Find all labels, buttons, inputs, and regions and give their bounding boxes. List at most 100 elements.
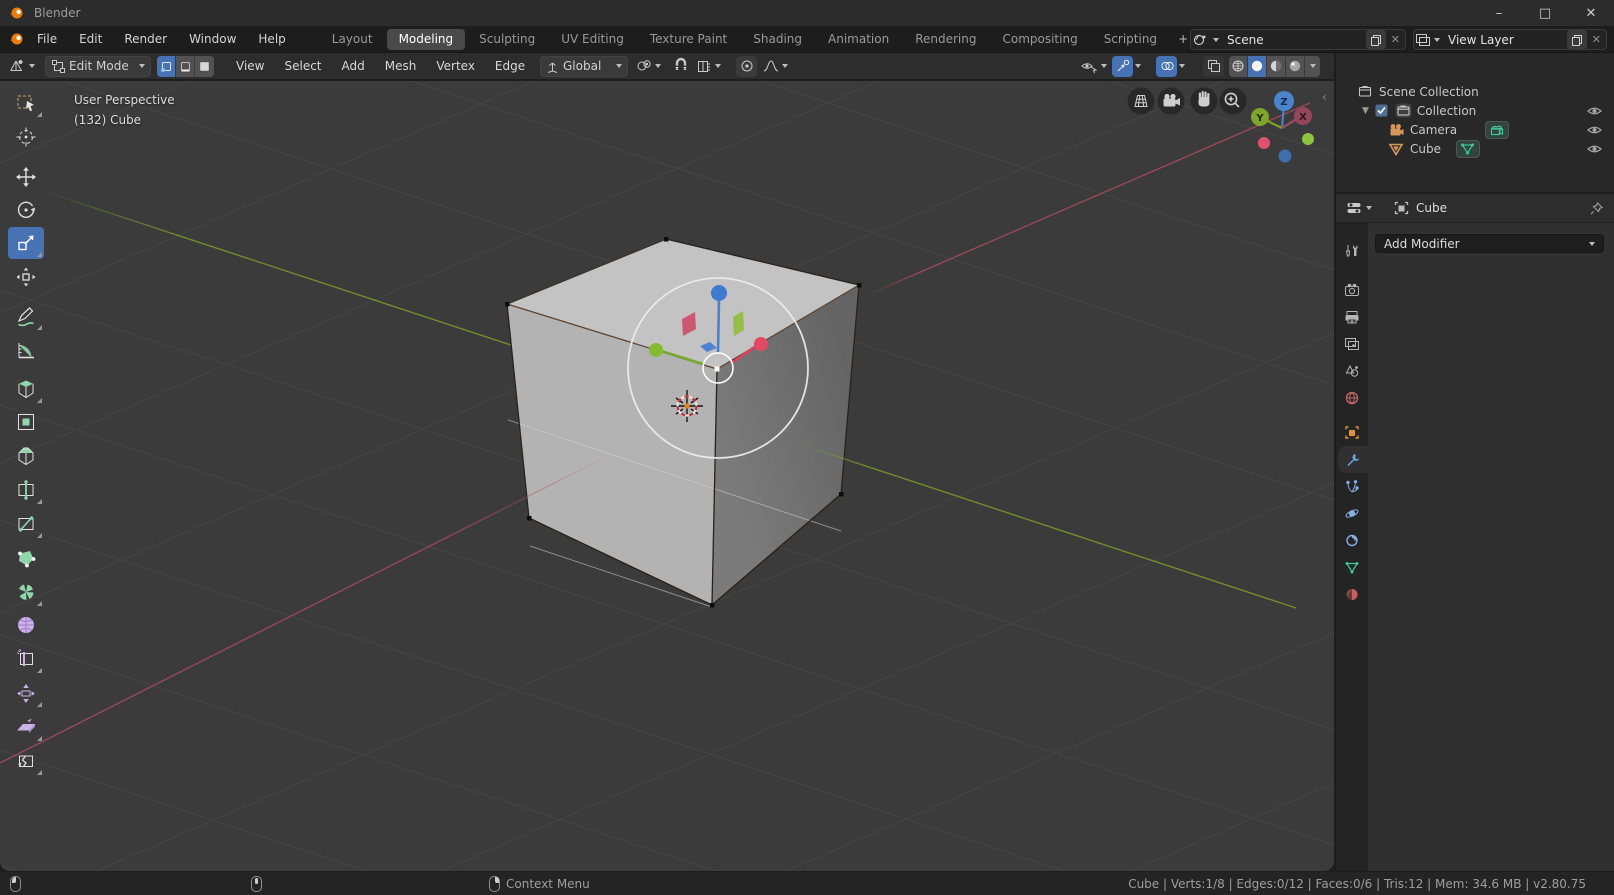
perspective-toggle-button[interactable]	[1128, 88, 1155, 115]
properties-editor-selector[interactable]	[1346, 201, 1372, 215]
hide-collection-eye-icon[interactable]	[1586, 105, 1603, 117]
chevron-down-icon[interactable]	[1135, 64, 1141, 68]
menu-edit[interactable]: Edit	[68, 26, 113, 53]
menu-render[interactable]: Render	[113, 26, 178, 53]
tool-loop-cut[interactable]	[8, 474, 44, 506]
mode-dropdown[interactable]: Edit Mode	[45, 56, 151, 77]
tab-shading[interactable]: Shading	[741, 29, 814, 50]
sidebar-collapse-arrow[interactable]: ‹	[1322, 90, 1327, 104]
tab-layout[interactable]: Layout	[320, 29, 385, 50]
proportional-editing-toggle[interactable]	[736, 56, 757, 77]
gizmo-x-handle[interactable]	[754, 337, 768, 351]
show-gizmo-toggle[interactable]	[1112, 56, 1133, 77]
tool-smooth[interactable]	[8, 609, 44, 641]
menu-mesh[interactable]: Mesh	[375, 53, 427, 80]
maximize-button[interactable]: □	[1522, 0, 1568, 26]
tab-particles[interactable]	[1336, 473, 1368, 500]
minimize-button[interactable]: –	[1476, 0, 1522, 26]
checkbox-checked[interactable]	[1375, 104, 1389, 117]
material-shading-button[interactable]	[1267, 56, 1286, 77]
snap-settings-dropdown[interactable]	[696, 59, 721, 74]
menu-add[interactable]: Add	[332, 53, 375, 80]
hide-cube-eye-icon[interactable]	[1586, 143, 1603, 155]
chevron-down-icon[interactable]	[1179, 64, 1185, 68]
tool-edge-slide[interactable]	[8, 643, 44, 675]
axis-neg-y-ball[interactable]	[1302, 133, 1314, 145]
xray-toggle[interactable]	[1203, 56, 1224, 77]
visibility-dropdown[interactable]	[1080, 59, 1107, 74]
hide-camera-eye-icon[interactable]	[1586, 124, 1603, 136]
vertex-select-button[interactable]	[157, 56, 176, 77]
remove-view-layer-button[interactable]: ✕	[1587, 33, 1606, 46]
edge-select-button[interactable]	[176, 56, 195, 77]
pin-icon[interactable]	[1589, 201, 1604, 216]
tool-rotate[interactable]	[8, 194, 44, 226]
tool-bevel[interactable]	[8, 440, 44, 472]
show-overlays-toggle[interactable]	[1156, 56, 1177, 77]
app-menu-icon[interactable]	[8, 31, 26, 47]
tool-move[interactable]	[8, 161, 44, 193]
scene-selector[interactable]: Scene ✕	[1190, 29, 1406, 50]
menu-file[interactable]: File	[26, 26, 68, 53]
tool-knife[interactable]	[8, 508, 44, 540]
tab-material[interactable]	[1336, 581, 1368, 608]
shading-dropdown[interactable]	[1305, 56, 1320, 77]
tab-compositing[interactable]: Compositing	[990, 29, 1089, 50]
camera-data-icon[interactable]	[1485, 121, 1509, 139]
editor-type-selector[interactable]	[8, 58, 35, 74]
menu-select[interactable]: Select	[274, 53, 331, 80]
tool-transform[interactable]	[8, 261, 44, 293]
wireframe-shading-button[interactable]	[1229, 56, 1248, 77]
menu-vertex[interactable]: Vertex	[426, 53, 485, 80]
tab-modifiers[interactable]	[1338, 446, 1368, 473]
tab-output[interactable]	[1336, 303, 1368, 330]
tab-render[interactable]	[1336, 276, 1368, 303]
unlink-scene-button[interactable]: ✕	[1386, 33, 1405, 46]
tab-scripting[interactable]: Scripting	[1092, 29, 1169, 50]
outliner-item-cube[interactable]: Cube	[1388, 139, 1608, 158]
viewport-3d[interactable]: Z Y X ‹ User Perspective (132) Cube	[0, 81, 1334, 871]
mesh-data-icon[interactable]	[1456, 140, 1480, 158]
tool-select-box[interactable]	[8, 87, 44, 119]
tab-scene[interactable]	[1336, 357, 1368, 384]
tool-scale[interactable]	[8, 227, 44, 259]
axis-nav-gizmo[interactable]: Z Y X	[1251, 91, 1314, 163]
tab-object[interactable]	[1336, 419, 1368, 446]
tool-measure[interactable]	[8, 334, 44, 366]
tab-view-layer[interactable]	[1336, 330, 1368, 357]
solid-shading-button[interactable]	[1248, 56, 1267, 77]
outliner-item-collection[interactable]: ▼ Collection	[1362, 101, 1612, 120]
close-button[interactable]: ✕	[1568, 0, 1614, 26]
menu-window[interactable]: Window	[178, 26, 247, 53]
tool-annotate[interactable]	[8, 300, 44, 332]
menu-edge[interactable]: Edge	[485, 53, 535, 80]
viewport-canvas[interactable]: Z Y X ‹	[0, 81, 1334, 871]
proportional-falloff-dropdown[interactable]	[763, 59, 788, 73]
tool-shrink-fatten[interactable]	[8, 677, 44, 709]
new-view-layer-button[interactable]	[1567, 30, 1587, 49]
tab-texture-paint[interactable]: Texture Paint	[638, 29, 739, 50]
selected-vertex[interactable]	[715, 367, 720, 372]
gizmo-z-axis[interactable]	[718, 299, 719, 352]
new-scene-button[interactable]	[1366, 30, 1386, 49]
tool-extrude-region[interactable]	[8, 373, 44, 405]
tab-object-data[interactable]	[1336, 554, 1368, 581]
tab-rendering[interactable]: Rendering	[903, 29, 988, 50]
tool-poly-build[interactable]	[8, 542, 44, 574]
tool-cursor[interactable]	[8, 121, 44, 153]
tab-sculpting[interactable]: Sculpting	[467, 29, 547, 50]
gizmo-y-handle[interactable]	[649, 343, 663, 357]
face-select-button[interactable]	[195, 56, 214, 77]
disclosure-triangle-icon[interactable]: ▼	[1362, 106, 1369, 116]
rendered-shading-button[interactable]	[1286, 56, 1305, 77]
tool-inset-faces[interactable]	[8, 406, 44, 438]
tool-rip-region[interactable]	[8, 745, 44, 777]
menu-view[interactable]: View	[226, 53, 274, 80]
axis-neg-x-ball[interactable]	[1258, 137, 1270, 149]
pivot-point-dropdown[interactable]	[636, 58, 661, 74]
cube-mesh[interactable]	[505, 237, 862, 608]
tab-tool[interactable]	[1336, 237, 1368, 264]
tab-animation[interactable]: Animation	[816, 29, 901, 50]
gizmo-z-handle[interactable]	[711, 285, 727, 301]
outliner-item-camera[interactable]: Camera	[1388, 120, 1608, 139]
